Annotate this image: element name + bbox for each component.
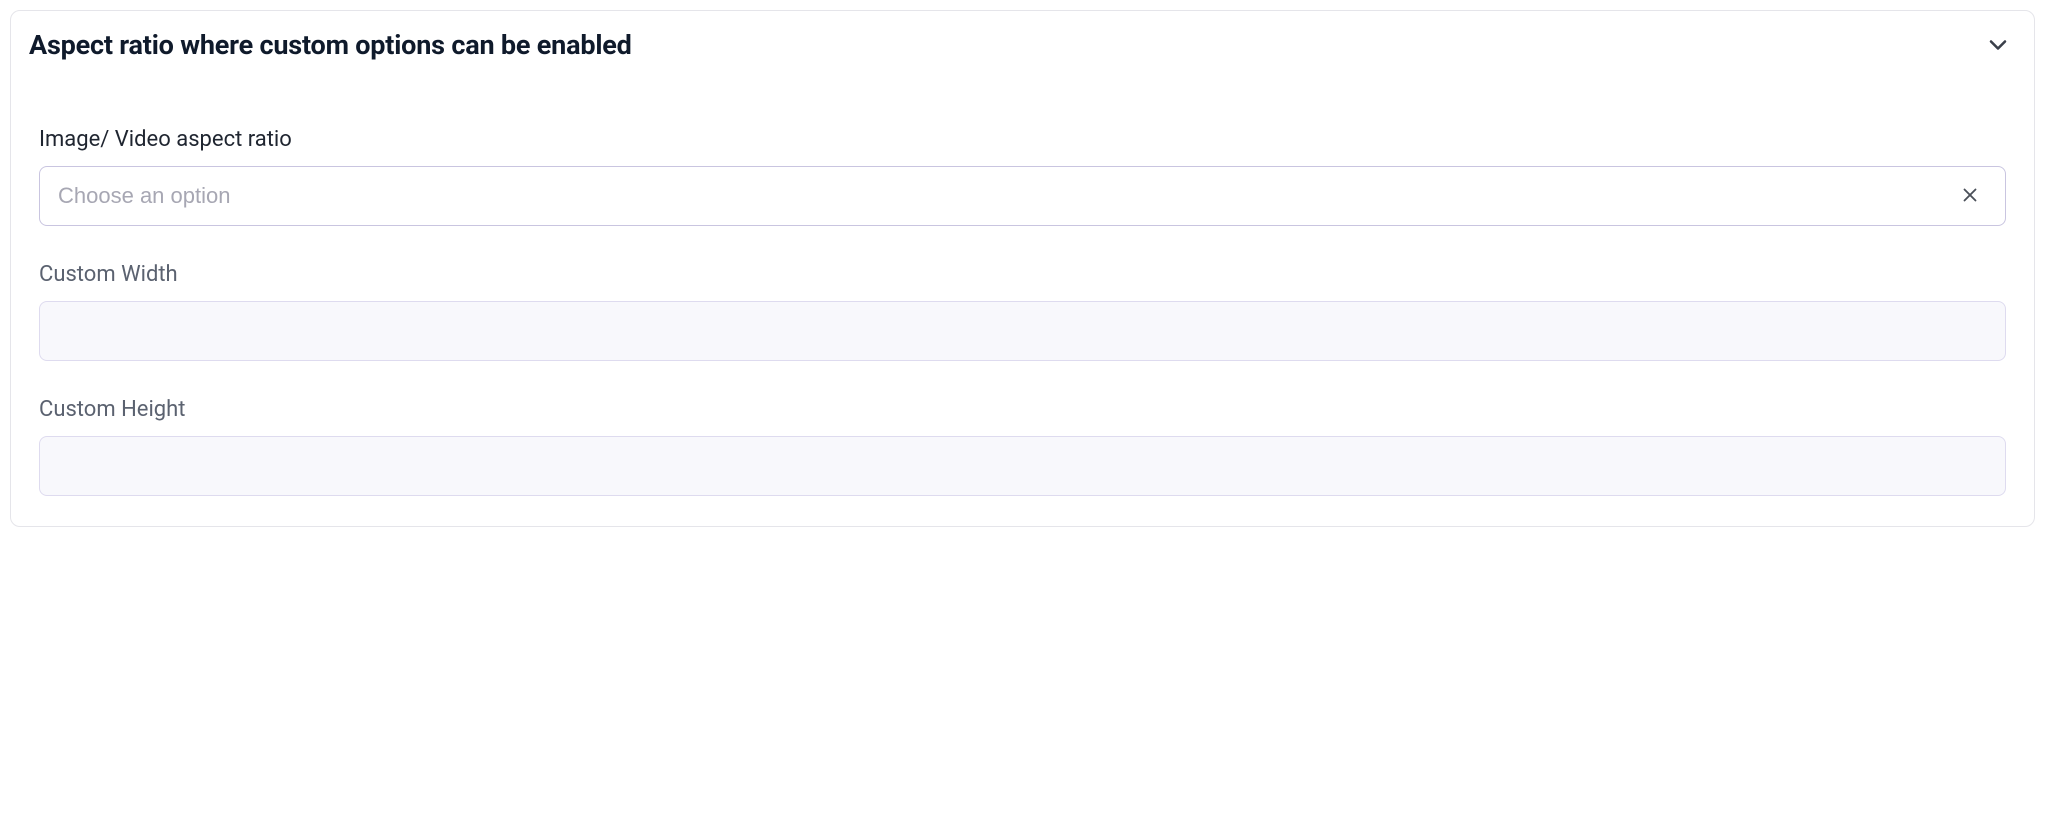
custom-width-input[interactable] <box>39 301 2006 361</box>
custom-width-field: Custom Width <box>39 262 2006 361</box>
chevron-down-icon <box>1984 31 2012 59</box>
panel-title: Aspect ratio where custom options can be… <box>29 29 632 61</box>
aspect-ratio-label: Image/ Video aspect ratio <box>39 127 2006 152</box>
close-icon <box>1959 184 1981 209</box>
aspect-ratio-field: Image/ Video aspect ratio <box>39 127 2006 226</box>
aspect-ratio-panel: Aspect ratio where custom options can be… <box>10 10 2035 527</box>
aspect-ratio-select[interactable] <box>39 166 2006 226</box>
custom-height-input[interactable] <box>39 436 2006 496</box>
clear-button[interactable] <box>1953 178 1987 215</box>
custom-height-label: Custom Height <box>39 397 2006 422</box>
aspect-ratio-input[interactable] <box>58 167 1953 225</box>
panel-header[interactable]: Aspect ratio where custom options can be… <box>11 11 2034 71</box>
panel-body: Image/ Video aspect ratio Custom Width C… <box>11 71 2034 526</box>
custom-width-label: Custom Width <box>39 262 2006 287</box>
custom-height-field: Custom Height <box>39 397 2006 496</box>
